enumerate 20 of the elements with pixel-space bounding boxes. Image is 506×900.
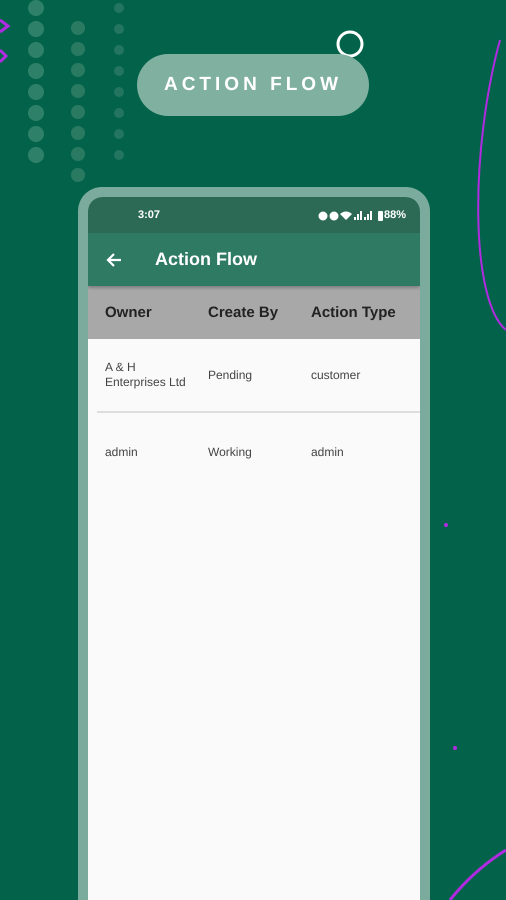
decorative-curve: [448, 848, 506, 900]
decorative-dot: [453, 746, 457, 750]
table-cell-text: Pending: [208, 368, 254, 382]
column-header: Create By: [208, 304, 280, 321]
table-cell-text: customer: [311, 368, 362, 382]
ring-icon: [336, 30, 364, 58]
screen-title: Action Flow: [155, 249, 257, 270]
title-banner: ACTION FLOW: [137, 54, 369, 116]
column-header: Action Type: [311, 304, 397, 321]
status-time: 3:07: [138, 209, 160, 221]
table-cell-text: admin: [311, 444, 345, 460]
table-cell-text: A & H Enterprises Ltd: [105, 360, 187, 390]
decorative-dot: [444, 523, 448, 527]
decorative-chevrons: [0, 18, 10, 64]
battery-level: 88%: [384, 209, 406, 221]
column-header: Owner: [105, 304, 153, 321]
table-cell-text: Working: [208, 444, 253, 460]
battery-icon: [378, 210, 383, 220]
back-arrow-icon[interactable]: [105, 250, 123, 268]
table-cell-text: admin: [105, 444, 139, 460]
